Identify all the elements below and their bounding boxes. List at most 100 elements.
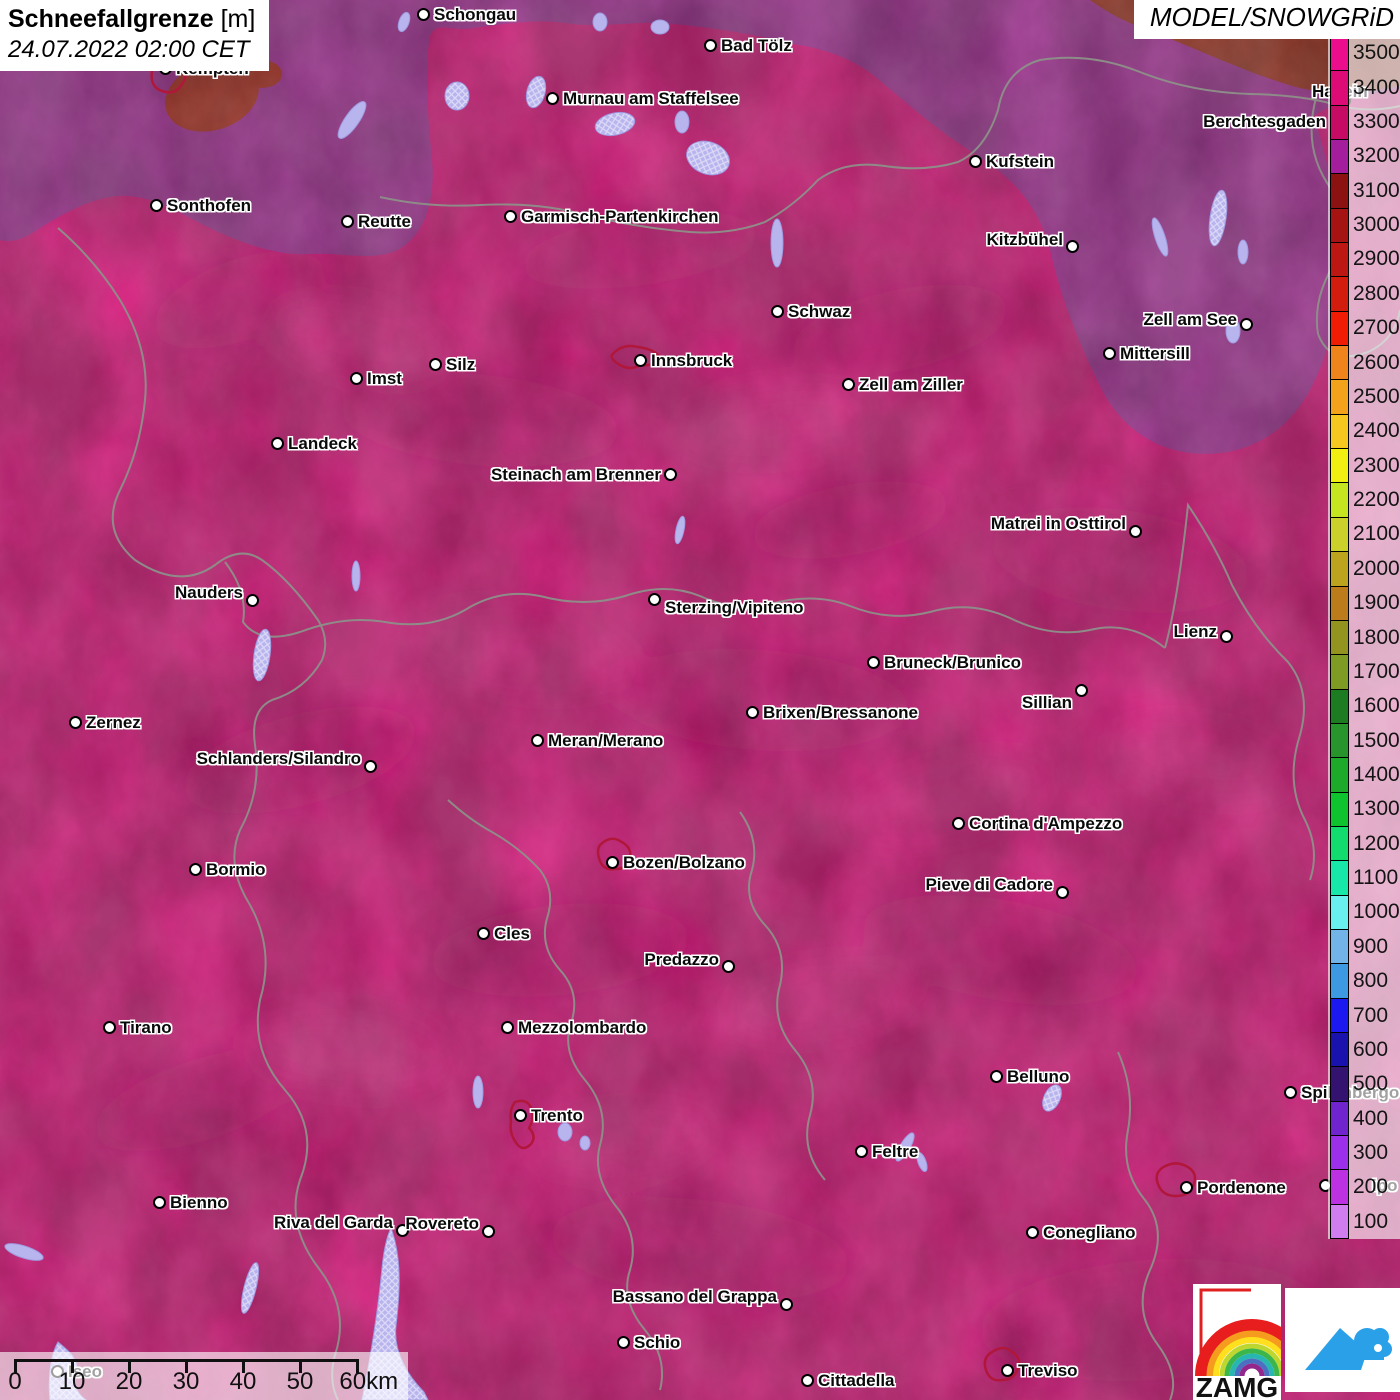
- colorbar-tick-label: 1000: [1353, 900, 1400, 924]
- colorbar-tick-label: 3000: [1353, 213, 1400, 237]
- scalebar-panel: 0102030405060km: [0, 1352, 408, 1400]
- colorbar-segment: [1331, 723, 1348, 757]
- city-dot: [1284, 1086, 1297, 1099]
- city-label: Nauders: [175, 583, 243, 603]
- city-label: Innsbruck: [651, 351, 732, 371]
- city-dot: [867, 656, 880, 669]
- city-dot: [855, 1145, 868, 1158]
- colorbar-tick-label: 800: [1353, 969, 1388, 993]
- city-dot: [1180, 1181, 1193, 1194]
- colorbar-segment: [1331, 826, 1348, 860]
- colorbar-tick-label: 1900: [1353, 591, 1400, 615]
- city-label: Steinach am Brenner: [491, 465, 661, 485]
- zamg-logo-label: ZAMG: [1196, 1372, 1278, 1400]
- city-dot: [69, 716, 82, 729]
- city-dot: [1103, 347, 1116, 360]
- scalebar-label: 50: [287, 1368, 314, 1396]
- city-label: Sterzing/Vipiteno: [665, 598, 804, 618]
- city-label: Zernez: [86, 713, 141, 733]
- colorbar-tick-label: 1200: [1353, 832, 1400, 856]
- colorbar-tick-label: 500: [1353, 1072, 1388, 1096]
- colorbar-tick-label: 1100: [1353, 866, 1398, 890]
- colorbar-tick-label: 2300: [1353, 454, 1400, 478]
- colorbar-tick-label: 1500: [1353, 729, 1400, 753]
- scalebar-label: 0: [8, 1368, 21, 1396]
- city-dot: [153, 1196, 166, 1209]
- zamg-logo: ZAMG: [1193, 1284, 1281, 1400]
- colorbar-segment: [1331, 173, 1348, 207]
- colorbar-segment: [1331, 242, 1348, 276]
- city-dot: [617, 1336, 630, 1349]
- city-label: Tirano: [120, 1018, 172, 1038]
- model-name-box: MODEL/SNOWGRiD: [1134, 0, 1400, 39]
- map-parameter-unit: [m]: [221, 5, 256, 33]
- colorbar-segment: [1331, 517, 1348, 551]
- colorbar-segment: [1331, 998, 1348, 1032]
- colorbar-tick-label: 1400: [1353, 763, 1400, 787]
- city-dot: [771, 305, 784, 318]
- city-label: Landeck: [288, 434, 357, 454]
- city-dot: [1220, 630, 1233, 643]
- city-dot: [271, 437, 284, 450]
- city-label: Bienno: [170, 1193, 228, 1213]
- map-datetime: 24.07.2022 02:00 CET: [8, 36, 255, 64]
- city-label: Pordenone: [1197, 1178, 1286, 1198]
- colorbar-tick-label: 2600: [1353, 351, 1400, 375]
- city-label: Meran/Merano: [548, 731, 663, 751]
- city-dot: [501, 1021, 514, 1034]
- colorbar-tick-label: 200: [1353, 1175, 1388, 1199]
- colorbar-segment: [1331, 276, 1348, 310]
- city-label: Imst: [367, 369, 402, 389]
- city-dot: [477, 927, 490, 940]
- city-dot: [364, 760, 377, 773]
- colorbar-tick-label: 400: [1353, 1107, 1388, 1131]
- colorbar-segment: [1331, 1169, 1348, 1203]
- colorbar-segment: [1331, 448, 1348, 482]
- colorbar-segment: [1331, 345, 1348, 379]
- city-label: Kufstein: [986, 152, 1054, 172]
- city-label: Belluno: [1007, 1067, 1069, 1087]
- colorbar-tick-label: 2800: [1353, 282, 1400, 306]
- colorbar-segment: [1331, 586, 1348, 620]
- colorbar-tick-label: 1300: [1353, 797, 1400, 821]
- colorbar-segment: [1331, 414, 1348, 448]
- colorbar-tick-label: 2900: [1353, 247, 1400, 271]
- city-label: Kitzbühel: [987, 230, 1064, 250]
- colorbar-segment: [1331, 895, 1348, 929]
- colorbar-tick-label: 1800: [1353, 626, 1400, 650]
- colorbar-tick-label: 3400: [1353, 76, 1400, 100]
- city-label: Lienz: [1174, 622, 1217, 642]
- city-dot: [1066, 240, 1079, 253]
- city-label: Rovereto: [405, 1214, 479, 1234]
- city-dot: [1001, 1364, 1014, 1377]
- colorbar-tick-label: 2700: [1353, 316, 1400, 340]
- city-label: Bormio: [206, 860, 266, 880]
- colorbar-segment: [1331, 1135, 1348, 1169]
- zamg-rainbow-icon: ZAMG: [1193, 1284, 1281, 1400]
- colorbar-segment: [1331, 689, 1348, 723]
- city-label: Cles: [494, 924, 530, 944]
- colorbar-panel: 3500340033003200310030002900280027002600…: [1328, 36, 1400, 1239]
- city-dot: [1056, 886, 1069, 899]
- snowgrid-logo: [1285, 1288, 1400, 1392]
- colorbar-tick-label: 2000: [1353, 557, 1400, 581]
- city-dot: [969, 155, 982, 168]
- colorbar-tick-label: 1600: [1353, 694, 1400, 718]
- city-label: Bruneck/Brunico: [884, 653, 1021, 673]
- colorbar-tick-label: 700: [1353, 1004, 1388, 1028]
- city-dot: [746, 706, 759, 719]
- city-dot: [417, 8, 430, 21]
- colorbar-tick-label: 3500: [1353, 41, 1400, 65]
- colorbar-segment: [1331, 208, 1348, 242]
- scalebar-label: 10: [59, 1368, 86, 1396]
- colorbar-segment: [1331, 482, 1348, 516]
- city-label: Sonthofen: [167, 196, 251, 216]
- colorbar-segment: [1331, 311, 1348, 345]
- city-label: Riva del Garda: [274, 1213, 393, 1233]
- colorbar-tick-label: 2500: [1353, 385, 1400, 409]
- city-dot: [780, 1298, 793, 1311]
- city-dot: [482, 1225, 495, 1238]
- city-dot: [648, 593, 661, 606]
- colorbar-tick-label: 900: [1353, 935, 1388, 959]
- city-dot: [1026, 1226, 1039, 1239]
